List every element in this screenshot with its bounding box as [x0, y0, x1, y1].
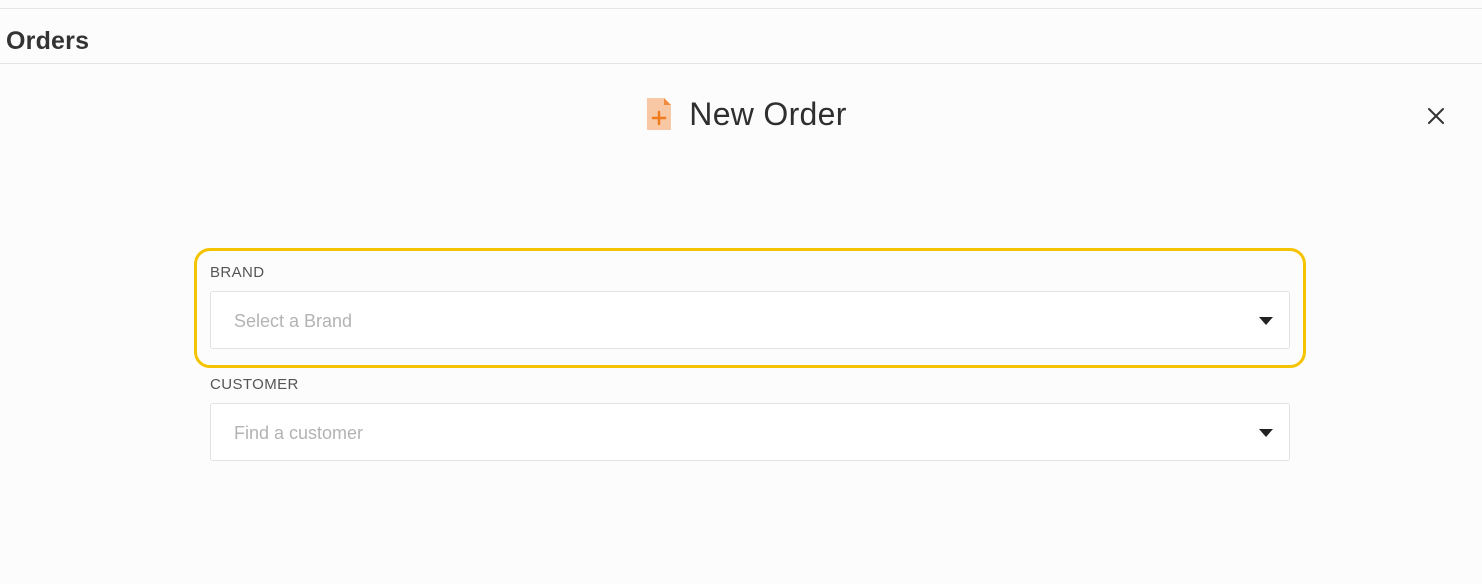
- caret-down-icon: [1259, 317, 1273, 325]
- document-plus-icon: [645, 96, 673, 132]
- close-icon: [1428, 108, 1444, 124]
- modal-title: New Order: [689, 95, 847, 132]
- brand-select[interactable]: Select a Brand: [210, 291, 1290, 349]
- close-button[interactable]: [1422, 102, 1450, 130]
- page-title: Orders: [6, 27, 90, 55]
- brand-label: BRAND: [210, 264, 265, 281]
- page-header: Orders: [0, 9, 1482, 64]
- modal-title-group: New Order: [645, 96, 846, 133]
- customer-label: CUSTOMER: [210, 376, 299, 393]
- customer-select[interactable]: Find a customer: [210, 403, 1290, 461]
- brand-select-placeholder: Select a Brand: [234, 311, 353, 331]
- customer-select-placeholder: Find a customer: [234, 423, 364, 443]
- caret-down-icon: [1259, 429, 1273, 437]
- modal-header: New Order: [0, 92, 1482, 136]
